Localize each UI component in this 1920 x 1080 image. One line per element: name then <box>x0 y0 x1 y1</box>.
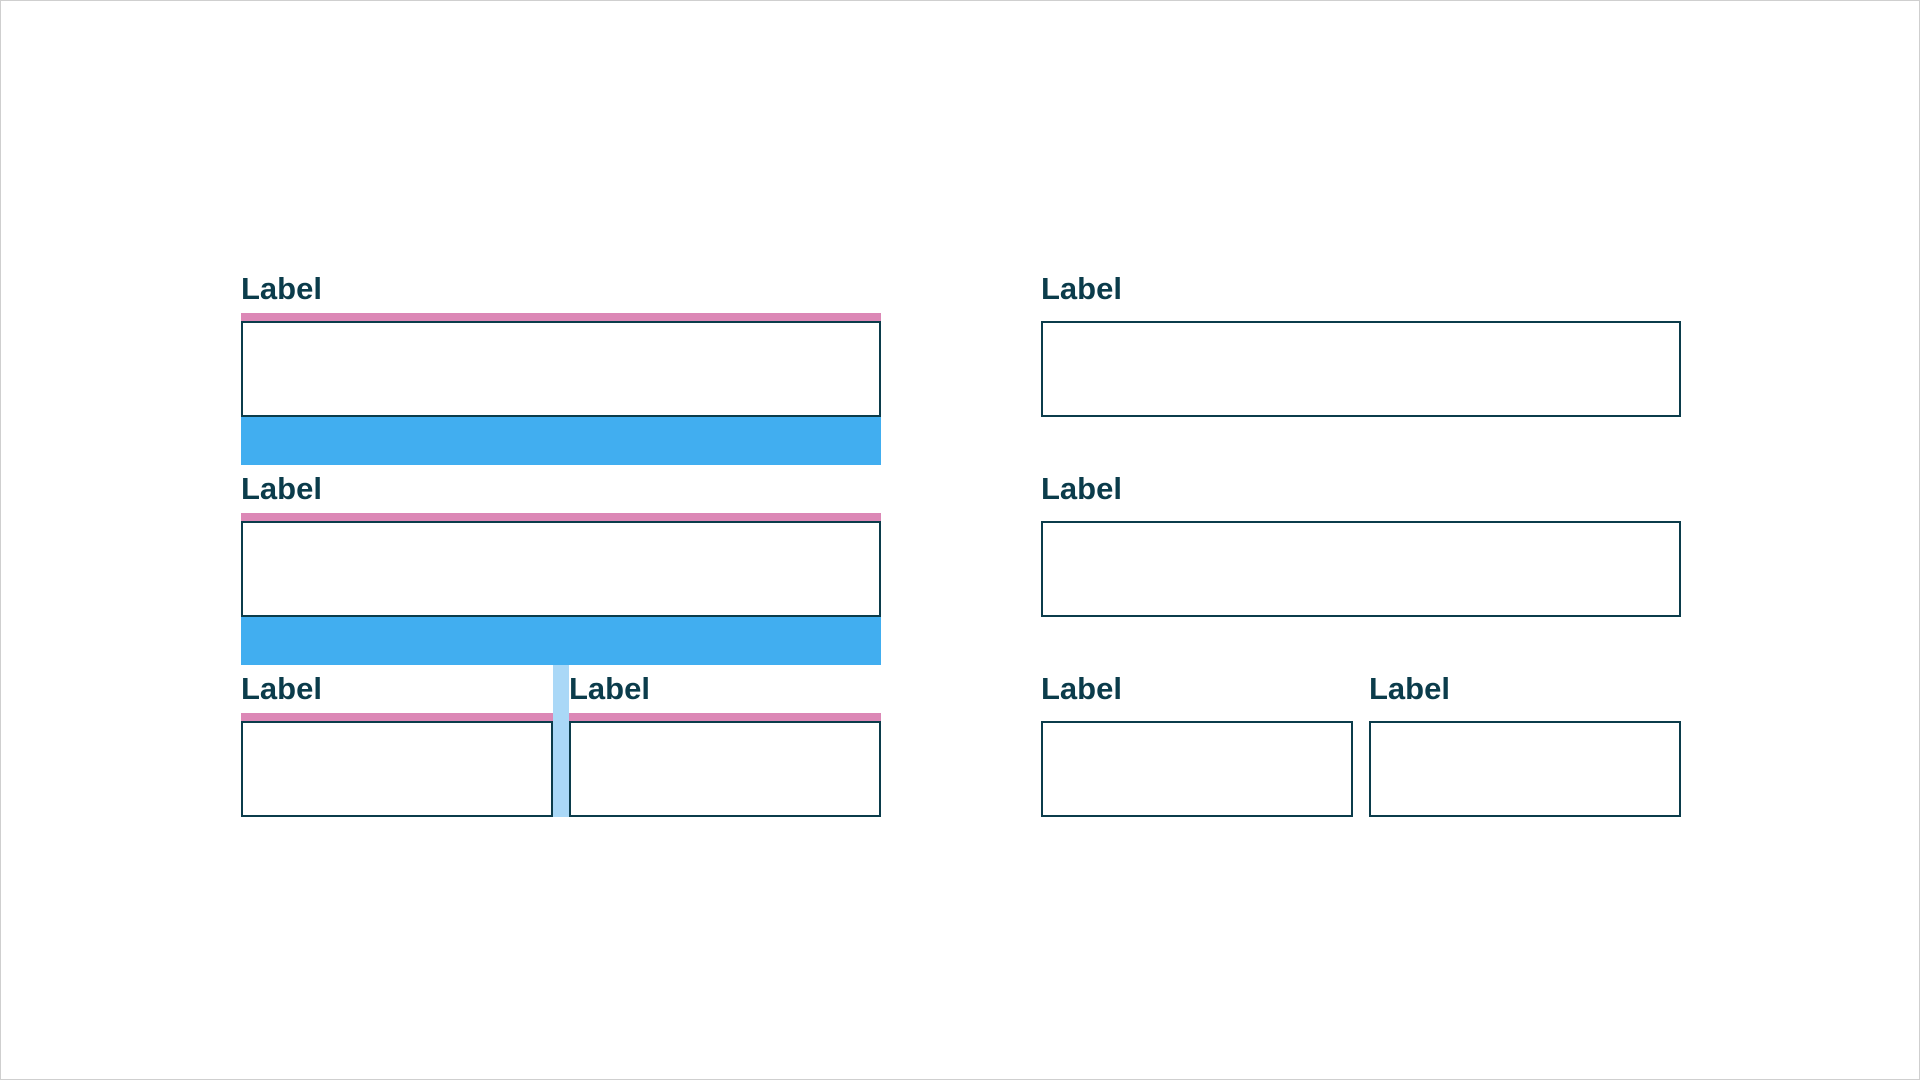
label-spacing-highlight <box>569 713 881 721</box>
plain-row2-input[interactable] <box>1041 521 1681 617</box>
annotated-row3-left-label: Label <box>241 671 322 706</box>
plain-row3-left-input[interactable] <box>1041 721 1353 817</box>
plain-row1-input[interactable] <box>1041 321 1681 417</box>
annotated-row1-input[interactable] <box>241 321 881 417</box>
row-spacing-highlight <box>241 617 881 665</box>
plain-row3-left-label: Label <box>1041 671 1122 706</box>
annotated-row1-label: Label <box>241 271 322 306</box>
annotated-row2-input[interactable] <box>241 521 881 617</box>
annotated-row3-right-input[interactable] <box>569 721 881 817</box>
column-gap-highlight <box>553 665 569 817</box>
annotated-row3-left-input[interactable] <box>241 721 553 817</box>
label-spacing-highlight <box>241 713 553 721</box>
plain-row1-label: Label <box>1041 271 1122 306</box>
plain-row2-label: Label <box>1041 471 1122 506</box>
plain-row3-right-input[interactable] <box>1369 721 1681 817</box>
annotated-row2-label: Label <box>241 471 322 506</box>
label-spacing-highlight <box>241 513 881 521</box>
row-spacing-highlight <box>241 417 881 465</box>
plain-row3-right-label: Label <box>1369 671 1450 706</box>
canvas-frame: Label Label Label Label Label Label Labe… <box>0 0 1920 1080</box>
label-spacing-highlight <box>241 313 881 321</box>
annotated-row3-right-label: Label <box>569 671 650 706</box>
